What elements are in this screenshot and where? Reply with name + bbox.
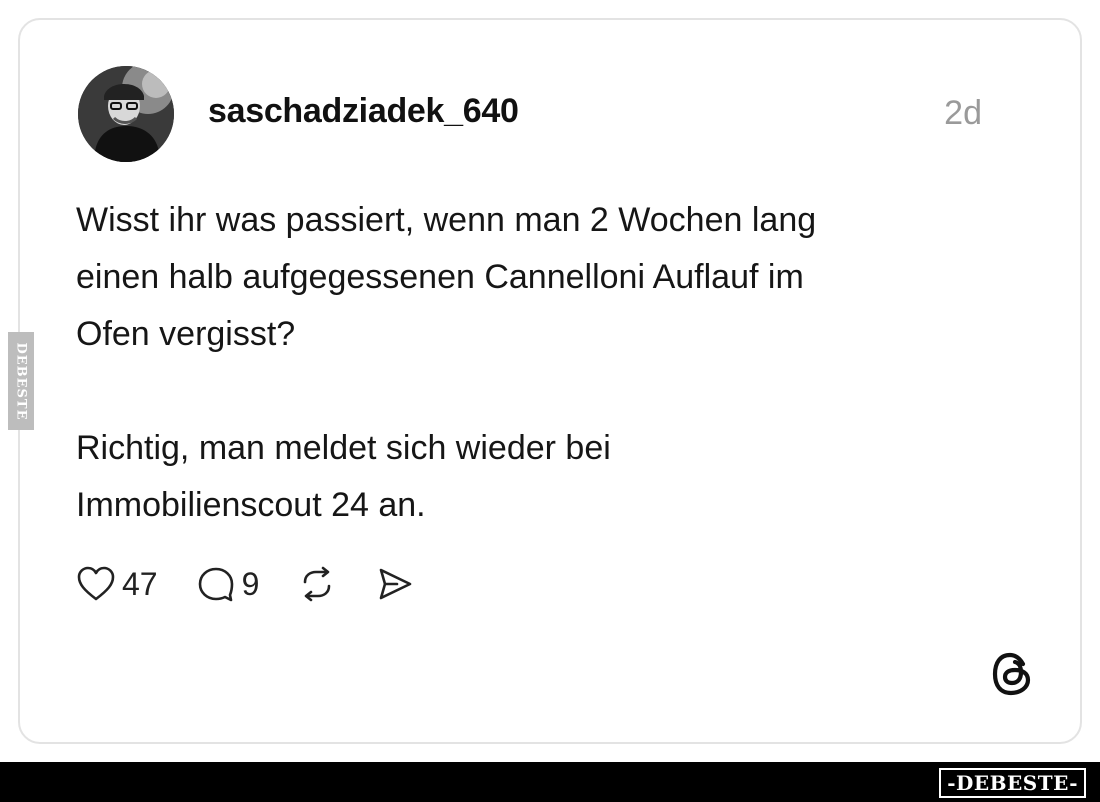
repost-button[interactable] (297, 565, 337, 603)
avatar[interactable] (78, 66, 174, 162)
bottom-bar: -DEBESTE- (0, 762, 1100, 802)
side-watermark-text: DEBESTE (13, 341, 29, 421)
watermark-logo: -DEBESTE- (939, 768, 1086, 798)
comment-count: 9 (241, 565, 260, 602)
post-timestamp: 2d (944, 94, 982, 132)
post-actions: 47 9 (76, 560, 453, 608)
comment-bubble-icon (198, 567, 233, 602)
side-watermark: DEBESTE (8, 332, 34, 430)
repost-icon (304, 566, 331, 602)
post-text-line: Ofen vergisst? (76, 315, 296, 353)
username[interactable]: saschadziadek_640 (208, 92, 519, 131)
post-text-line: einen halb aufgegessenen Cannelloni Aufl… (76, 258, 804, 296)
like-button[interactable]: 47 (76, 565, 158, 603)
avatar-photo (78, 66, 174, 162)
post-text-line: Wisst ihr was passiert, wenn man 2 Woche… (76, 201, 817, 239)
post-text-line: Immobilienscout 24 an. (76, 486, 426, 524)
post-text-line: Richtig, man meldet sich wieder bei (76, 429, 611, 467)
share-button[interactable] (375, 565, 415, 603)
threads-logo-icon (990, 650, 1034, 703)
comment-button[interactable]: 9 (196, 565, 260, 603)
like-count: 47 (122, 565, 158, 602)
post-card: saschadziadek_640 2d Wisst ihr was passi… (18, 18, 1082, 744)
heart-icon (77, 566, 115, 601)
send-icon (380, 568, 412, 600)
post-body: Wisst ihr was passiert, wenn man 2 Woche… (76, 192, 996, 534)
